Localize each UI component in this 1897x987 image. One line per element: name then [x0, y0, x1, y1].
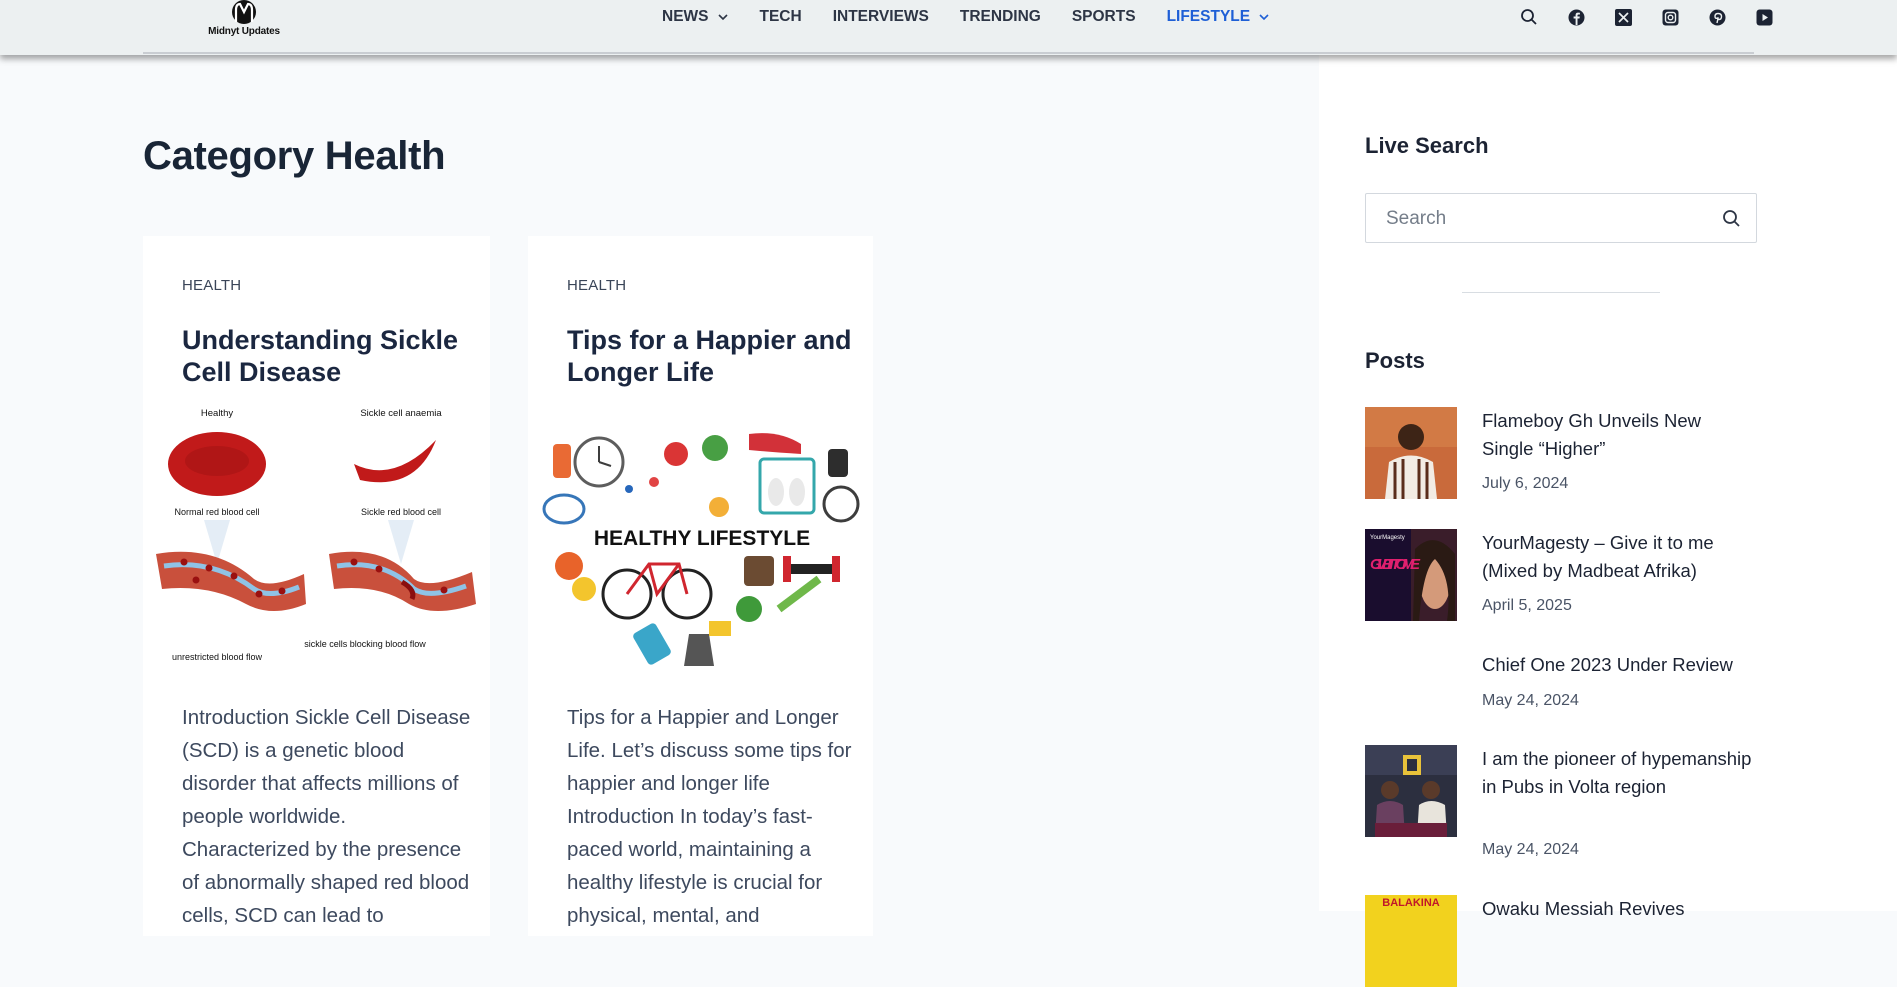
chevron-down-icon: [1259, 14, 1269, 21]
post-thumbnail[interactable]: [1365, 745, 1457, 837]
article-title[interactable]: Tips for a Happier and Longer Life: [567, 324, 857, 388]
nav-item-tech[interactable]: TECH: [760, 7, 802, 27]
header-divider: [143, 52, 1754, 54]
image-label-sickle-cell: Sickle red blood cell: [361, 507, 441, 517]
nav-item-news[interactable]: NEWS: [662, 7, 729, 27]
article-image-sickle-cell[interactable]: Healthy Sickle cell anaemia Normal red b…: [154, 404, 480, 674]
category-tag[interactable]: HEALTH: [182, 277, 241, 294]
post-date: May 24, 2024: [1482, 841, 1579, 858]
live-search-title: Live Search: [1365, 133, 1489, 158]
main-nav: NEWS TECH INTERVIEWS TRENDING SPORTS LIF…: [662, 7, 1301, 27]
chevron-down-icon: [717, 14, 728, 21]
posts-title: Posts: [1365, 348, 1425, 373]
search-box: [1365, 193, 1757, 243]
header-icons: [1519, 7, 1801, 27]
image-label-unrestricted: unrestricted blood flow: [172, 652, 263, 662]
article-excerpt: Introduction Sickle Cell Disease (SCD) i…: [182, 706, 471, 927]
nav-item-label: TECH: [759, 8, 802, 25]
nav-item-label: LIFESTYLE: [1166, 8, 1251, 25]
thumb-text: BALAKINA: [1382, 897, 1439, 909]
page-title: Category Health: [143, 134, 446, 178]
post-title[interactable]: Chief One 2023 Under Review: [1482, 651, 1757, 679]
category-tag[interactable]: HEALTH: [567, 277, 626, 294]
article-excerpt: Tips for a Happier and Longer Life. Let’…: [567, 706, 852, 927]
thumb-caption: YourMagesty: [1370, 535, 1405, 541]
nav-item-sports[interactable]: SPORTS: [1072, 7, 1136, 27]
image-label-normal-cell: Normal red blood cell: [174, 507, 259, 517]
search-input[interactable]: [1386, 206, 1706, 232]
site-logo[interactable]: Midnyt Updates: [208, 0, 280, 40]
article-card[interactable]: HEALTH Understanding Sickle Cell Disease…: [143, 236, 490, 936]
nav-item-lifestyle[interactable]: LIFESTYLE: [1167, 7, 1271, 27]
nav-item-trending[interactable]: TRENDING: [960, 7, 1041, 27]
youtube-icon[interactable]: [1754, 7, 1774, 27]
post-title[interactable]: Flameboy Gh Unveils New Single “Higher”: [1482, 407, 1757, 463]
nav-item-label: SPORTS: [1071, 8, 1136, 25]
blood-vessel-sickle-icon: [329, 551, 476, 611]
thumb-text: GIVE IT TO ME: [1370, 556, 1421, 573]
image-label-sickle: Sickle cell anaemia: [360, 408, 442, 419]
pinterest-icon[interactable]: [1707, 7, 1727, 27]
bicycle-icon: [601, 562, 713, 620]
image-label-blocking: sickle cells blocking blood flow: [304, 639, 426, 649]
blood-vessel-healthy-icon: [156, 551, 306, 611]
post-title[interactable]: YourMagesty – Give it to me (Mixed by Ma…: [1482, 529, 1757, 585]
site-header: Midnyt Updates NEWS TECH INTERVIEWS TREN…: [0, 0, 1897, 55]
instagram-icon[interactable]: [1660, 7, 1680, 27]
nav-item-label: INTERVIEWS: [832, 8, 929, 25]
sidebar-divider: [1462, 292, 1660, 293]
image-label-healthy: Healthy: [201, 408, 233, 419]
post-date: May 24, 2024: [1482, 692, 1579, 709]
article-image-healthy-lifestyle[interactable]: HEALTHY LIFESTYLE: [539, 404, 865, 674]
post-date: April 5, 2025: [1482, 597, 1572, 614]
article-title[interactable]: Understanding Sickle Cell Disease: [182, 324, 472, 388]
post-date: July 6, 2024: [1482, 475, 1569, 492]
image-banner-text: HEALTHY LIFESTYLE: [594, 527, 810, 550]
facebook-icon[interactable]: [1566, 7, 1586, 27]
x-twitter-icon[interactable]: [1613, 7, 1633, 27]
nav-item-interviews[interactable]: INTERVIEWS: [833, 7, 929, 27]
sickle-cell-icon: [354, 440, 436, 483]
search-icon[interactable]: [1519, 7, 1539, 27]
logo-mark-icon: [232, 0, 256, 24]
post-thumbnail[interactable]: YourMagesty GIVE IT TO ME: [1365, 529, 1457, 621]
post-thumbnail[interactable]: BALAKINA: [1365, 895, 1457, 987]
article-card[interactable]: HEALTH Tips for a Happier and Longer Lif…: [528, 236, 873, 936]
post-thumbnail[interactable]: [1365, 407, 1457, 499]
nav-item-label: NEWS: [662, 8, 709, 25]
post-title[interactable]: I am the pioneer of hypemanship in Pubs …: [1482, 745, 1757, 801]
nav-item-label: TRENDING: [959, 8, 1041, 25]
logo-text: Midnyt Updates: [208, 26, 280, 37]
post-title[interactable]: Owaku Messiah Revives: [1482, 895, 1757, 923]
search-icon[interactable]: [1722, 209, 1742, 229]
